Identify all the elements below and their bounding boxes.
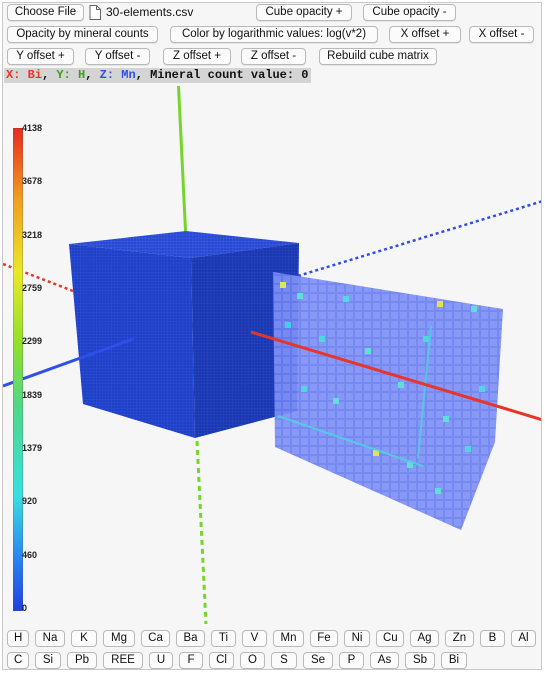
color-scale-tick-label: 3678 <box>22 176 43 187</box>
color-scale-tick-label: 0 <box>22 603 28 613</box>
element-button-ni[interactable]: Ni <box>344 630 370 647</box>
color-scale-tick-label: 1839 <box>22 389 43 400</box>
element-button-cu[interactable]: Cu <box>376 630 404 647</box>
color-scale-tick-label: 460 <box>22 549 38 560</box>
caption-separator: , <box>135 68 151 82</box>
color-scale-tick-label: 2299 <box>22 336 43 347</box>
y-axis-line <box>176 86 188 242</box>
color-scale-tick-label: 1379 <box>22 443 43 453</box>
cube-opacity-minus-button[interactable]: Cube opacity - <box>363 4 456 21</box>
x-offset-plus-button[interactable]: X offset + <box>389 26 461 43</box>
color-scale-tick-label: 4138 <box>22 123 43 133</box>
element-button-mn[interactable]: Mn <box>273 630 304 647</box>
element-button-cl[interactable]: Cl <box>209 652 234 669</box>
y-offset-plus-button[interactable]: Y offset + <box>7 48 74 65</box>
element-button-sb[interactable]: Sb <box>405 652 435 669</box>
element-button-f[interactable]: F <box>179 652 203 669</box>
element-button-ba[interactable]: Ba <box>176 630 205 647</box>
element-button-c[interactable]: C <box>7 652 29 669</box>
projection-plane <box>273 272 503 530</box>
color-scale-tick-label: 920 <box>22 496 38 507</box>
rebuild-matrix-button[interactable]: Rebuild cube matrix <box>319 48 437 65</box>
z-offset-plus-button[interactable]: Z offset + <box>163 48 231 65</box>
x-offset-minus-button[interactable]: X offset - <box>469 26 534 43</box>
element-button-al[interactable]: Al <box>511 630 536 647</box>
y-axis-negative-line <box>195 440 208 624</box>
color-by-log-button[interactable]: Color by logarithmic values: log(v*2) <box>170 26 378 43</box>
y-offset-minus-button[interactable]: Y offset - <box>85 48 150 65</box>
element-button-b[interactable]: B <box>480 630 505 647</box>
caption-separator: , <box>42 68 57 82</box>
selected-file-name: 30-elements.csv <box>106 5 194 19</box>
element-button-v[interactable]: V <box>242 630 267 647</box>
element-button-s[interactable]: S <box>271 652 297 669</box>
element-button-ag[interactable]: Ag <box>410 630 439 647</box>
element-button-u[interactable]: U <box>149 652 173 669</box>
z-axis-label: Z: Mn <box>99 68 136 82</box>
element-button-as[interactable]: As <box>370 652 399 669</box>
element-button-ca[interactable]: Ca <box>141 630 170 647</box>
mineral-count-value: Mineral count value: 0 <box>150 68 309 82</box>
z-offset-minus-button[interactable]: Z offset - <box>241 48 306 65</box>
element-button-fe[interactable]: Fe <box>310 630 338 647</box>
element-button-pb[interactable]: Pb <box>67 652 97 669</box>
file-icon <box>89 5 101 20</box>
choose-file-button[interactable]: Choose File <box>7 4 84 21</box>
element-button-zn[interactable]: Zn <box>445 630 474 647</box>
element-button-se[interactable]: Se <box>303 652 333 669</box>
color-scale-tick-label: 3218 <box>22 229 43 240</box>
element-button-p[interactable]: P <box>339 652 364 669</box>
z-axis-positive-line <box>297 200 541 278</box>
element-button-k[interactable]: K <box>71 630 97 647</box>
element-button-ree[interactable]: REE <box>103 652 143 669</box>
y-axis-label: Y: H <box>56 68 86 82</box>
3d-scene-canvas[interactable] <box>3 86 541 624</box>
element-button-na[interactable]: Na <box>35 630 65 647</box>
cube-opacity-plus-button[interactable]: Cube opacity + <box>256 4 352 21</box>
element-button-si[interactable]: Si <box>35 652 61 669</box>
element-button-ti[interactable]: Ti <box>211 630 236 647</box>
element-button-h[interactable]: H <box>7 630 29 647</box>
mineral-cube <box>69 231 299 438</box>
color-scale-tick-label: 2759 <box>22 283 43 293</box>
opacity-by-counts-button[interactable]: Opacity by mineral counts <box>7 26 158 43</box>
caption-separator: , <box>85 68 100 82</box>
element-button-mg[interactable]: Mg <box>103 630 135 647</box>
axis-caption: X: Bi, Y: H, Z: Mn, Mineral count value:… <box>4 68 311 83</box>
x-axis-label: X: Bi <box>6 68 43 82</box>
element-button-o[interactable]: O <box>240 652 265 669</box>
color-scale-bar <box>13 128 23 611</box>
element-button-bi[interactable]: Bi <box>441 652 467 669</box>
